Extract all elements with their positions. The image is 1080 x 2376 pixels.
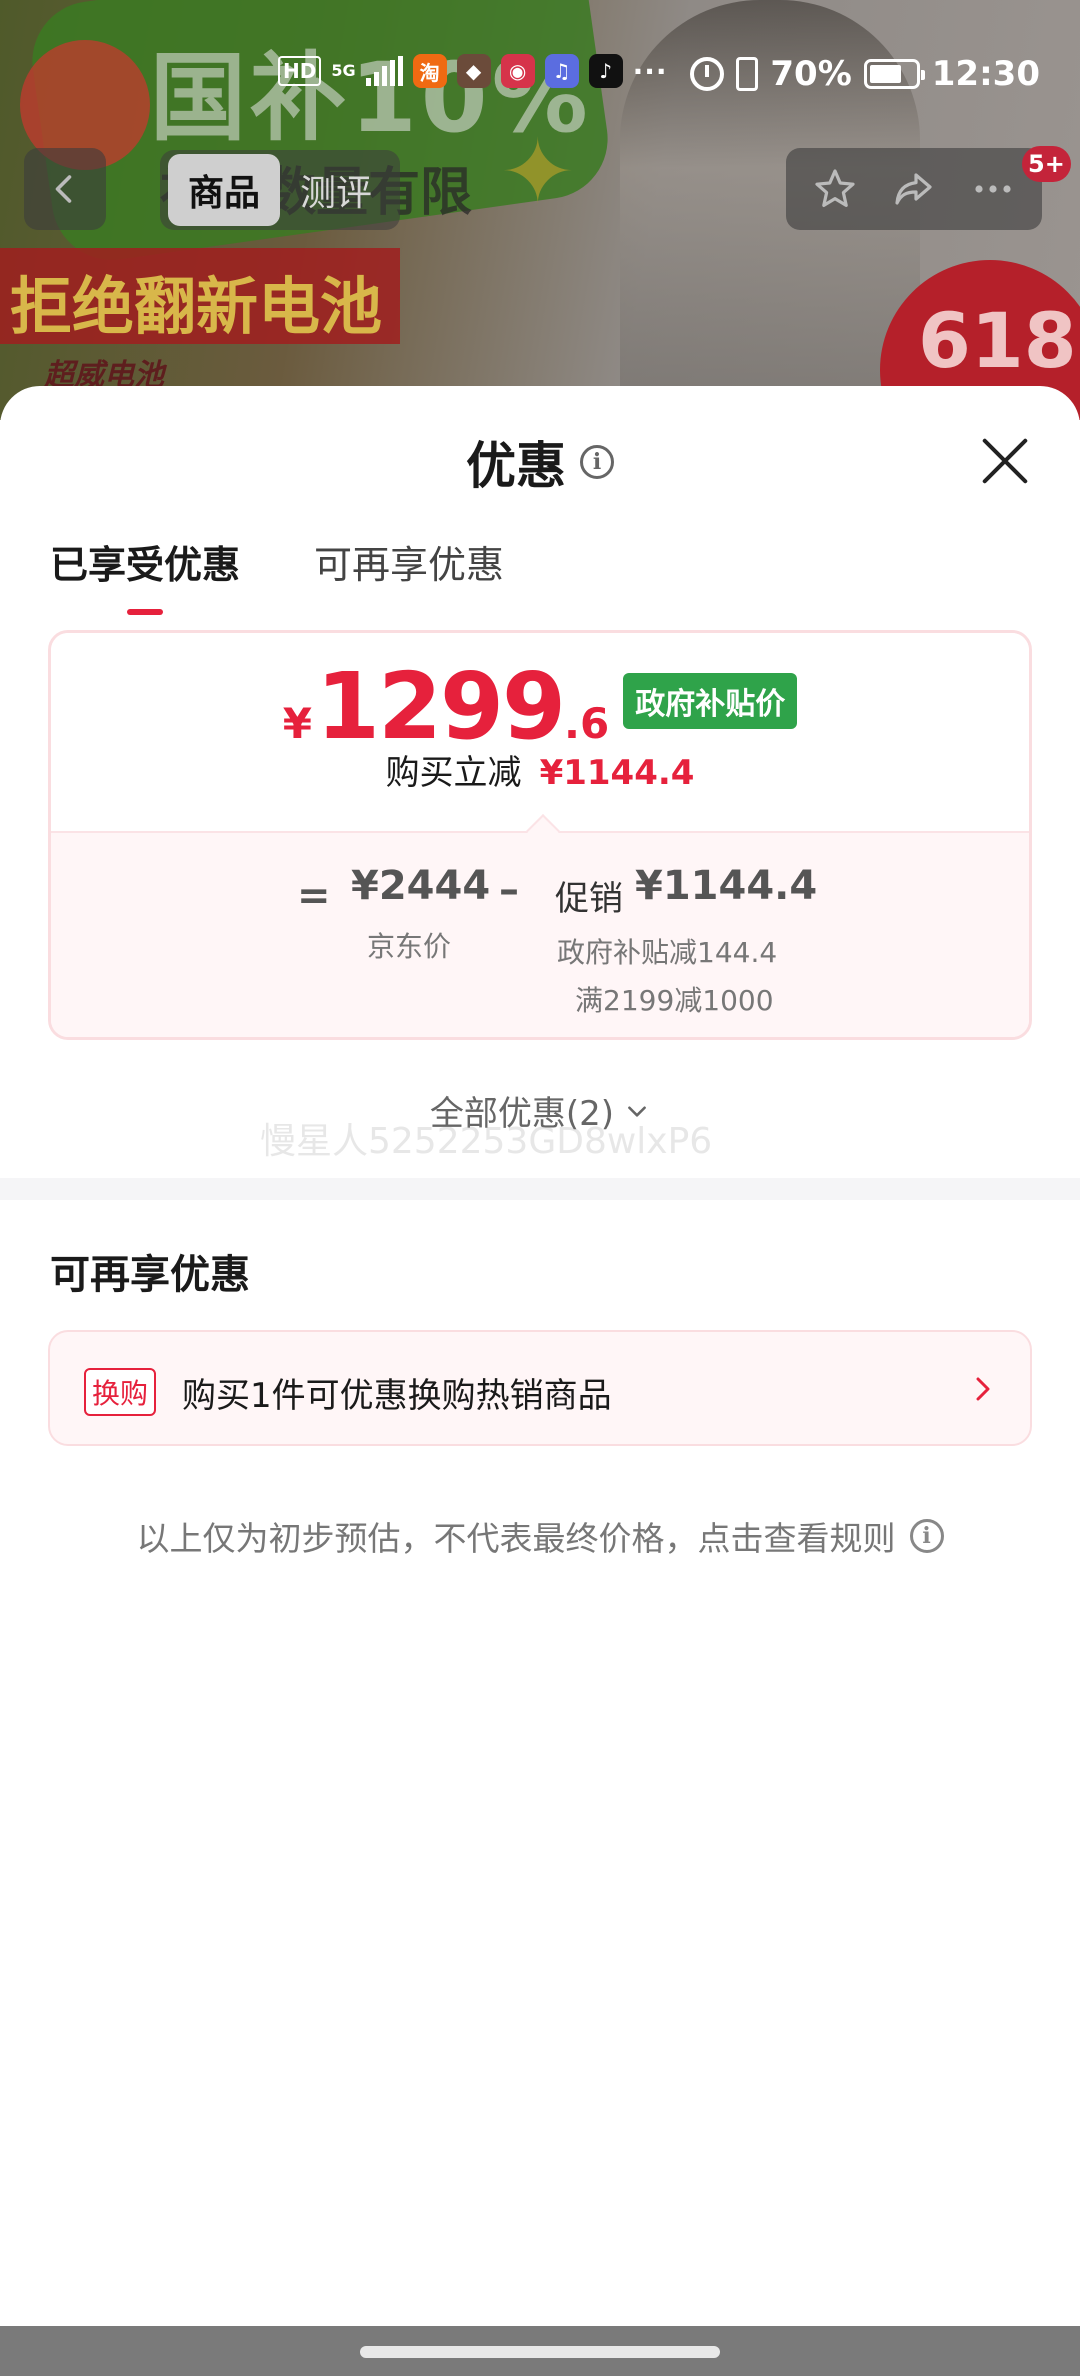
jd-price-value: ¥2444 [351,863,491,909]
final-price: ¥ 1299 .6 政府补贴价 [51,661,1029,753]
instant-discount: 购买立减 ¥1144.4 [51,745,1029,794]
subsidy-price-badge: 政府补贴价 [623,673,798,729]
disclaimer-text: 以上仅为初步预估，不代表最终价格，点击查看规则 [136,1519,896,1558]
tab-more-promos[interactable]: 可再享优惠 [314,534,504,607]
app-icon: ◉ [500,54,535,88]
product-nav-actions [786,148,1042,230]
trade-in-text: 购买1件可优惠换购热销商品 [182,1376,612,1416]
battery-percent: 70% [770,54,852,94]
promotions-sheet: 优惠 i 已享受优惠 可再享优惠 ¥ 1299 .6 政府补贴价 购买立减 ¥1… [0,386,1080,2376]
status-left: HD 5G 淘 ◆ ◉ ♫ ♪ ··· [278,54,668,88]
hd-icon: HD [278,56,322,86]
tiktok-icon: ♪ [588,54,623,88]
promo-label: 促销 [555,879,623,919]
vibrate-icon [736,57,759,91]
status-bar: HD 5G 淘 ◆ ◉ ♫ ♪ ··· 70% 12:30 [0,44,1080,104]
price-disclaimer[interactable]: 以上仅为初步预估，不代表最终价格，点击查看规则 i [0,1512,1080,1560]
status-right: 70% 12:30 [690,54,1040,94]
jd-price-label: 京东价 [367,930,452,963]
back-button[interactable] [24,148,106,230]
sheet-header: 优惠 i [0,432,1080,495]
section-divider [0,1178,1080,1200]
discount-value: ¥1144.4 [539,753,695,793]
price-integer: 1299 [315,653,566,760]
price-breakdown-card: ¥ 1299 .6 政府补贴价 购买立减 ¥1144.4 = ¥2444 京东价… [48,630,1032,1040]
info-icon[interactable]: i [580,445,614,479]
rules-info-icon: i [909,1519,944,1553]
star-icon[interactable] [811,165,859,213]
product-nav-tabs: 商品 测评 [160,150,401,230]
trade-in-offer[interactable]: 换购 购买1件可优惠换购热销商品 [48,1330,1032,1446]
promo-value: ¥1144.4 [635,863,818,909]
promo-tabs: 已享受优惠 可再享优惠 [50,534,504,607]
discount-label: 购买立减 [385,753,522,793]
more-promos-title: 可再享优惠 [50,1252,250,1298]
final-price-area: ¥ 1299 .6 政府补贴价 购买立减 ¥1144.4 [51,633,1029,831]
taobao-icon: 淘 [412,54,447,88]
share-icon[interactable] [890,165,938,213]
signal-type: 5G [331,61,356,80]
chevron-right-icon [976,1377,990,1401]
tab-enjoyed-promos[interactable]: 已享受优惠 [50,534,240,607]
battery-icon [863,59,925,89]
signal-bars-icon [365,56,403,86]
tab-product[interactable]: 商品 [168,154,281,226]
trade-in-badge: 换购 [84,1368,157,1416]
sale-label: 618 [918,296,1077,385]
home-indicator[interactable] [360,2346,720,2358]
more-icon[interactable] [969,165,1017,213]
chevron-left-icon [55,175,72,203]
price-currency: ¥ [282,699,312,748]
clock: 12:30 [931,54,1040,94]
promo-detail-threshold: 满2199减1000 [575,984,774,1017]
close-icon[interactable] [978,434,1032,488]
promo-detail-subsidy: 政府补贴减144.4 [557,936,778,969]
star-decoration-icon: ✦ [500,120,576,225]
more-notifications-icon: ··· [632,54,668,88]
price-formula: = ¥2444 京东价 – 促销 ¥1144.4 政府补贴减144.4 满219… [51,831,1029,1037]
price-decimal: .6 [564,699,610,748]
minus-sign: – [499,867,519,913]
alarm-icon [690,57,725,91]
tab-review[interactable]: 测评 [280,154,392,226]
message-badge: 5+ [1022,146,1071,182]
watermark: 慢星人5252253GD8wlxP6 [260,1121,713,1162]
equals-sign: = [297,873,331,919]
banner-red-text: 拒绝翻新电池 [10,270,383,343]
game-icon: ◆ [456,54,491,88]
music-icon: ♫ [544,54,579,88]
sheet-title: 优惠 [466,437,566,495]
